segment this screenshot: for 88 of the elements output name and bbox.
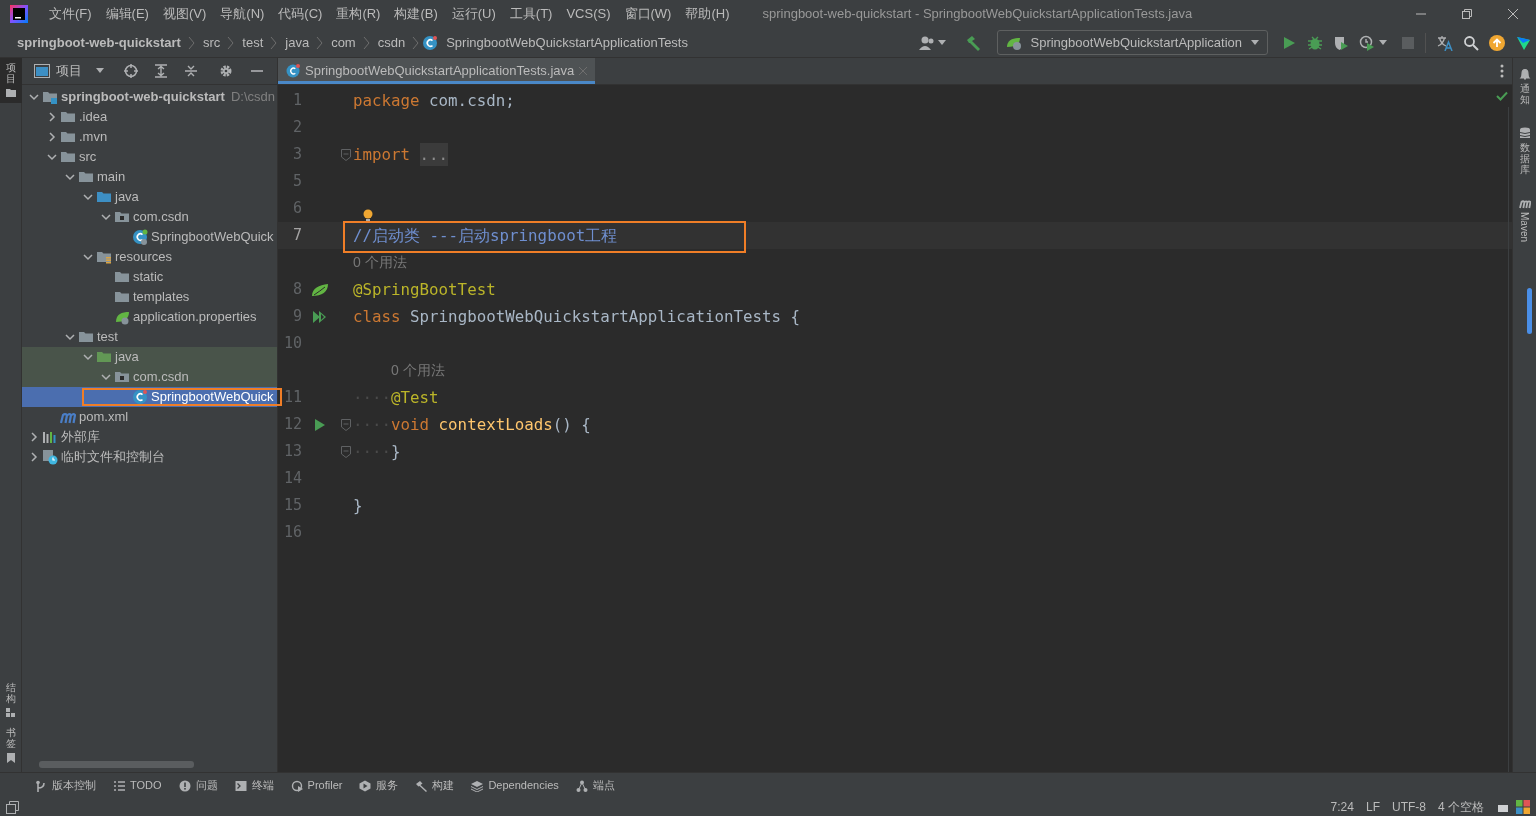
usage-hint[interactable]: 0 个用法 bbox=[353, 252, 407, 273]
menu-item[interactable]: 窗口(W) bbox=[617, 4, 679, 24]
code-line: ····} bbox=[353, 440, 401, 463]
tree-item[interactable]: com.csdn bbox=[22, 207, 277, 227]
tool-window-button[interactable]: 版本控制 bbox=[28, 777, 106, 794]
tree-item[interactable]: application.properties bbox=[22, 307, 277, 327]
line-number: 1 bbox=[291, 90, 302, 112]
menu-item[interactable]: VCS(S) bbox=[559, 4, 618, 24]
tree-item[interactable]: test bbox=[22, 327, 277, 347]
tool-window-button[interactable]: 终端 bbox=[227, 777, 284, 794]
panel-title[interactable]: 项目 bbox=[56, 61, 82, 81]
breadcrumb-item[interactable]: java bbox=[285, 32, 310, 53]
breadcrumb-item[interactable]: test bbox=[242, 32, 264, 53]
tool-window-button[interactable]: 问题 bbox=[171, 777, 228, 794]
menu-item[interactable]: 帮助(H) bbox=[678, 4, 737, 24]
menu-item[interactable]: 文件(F) bbox=[42, 4, 99, 24]
menu-item[interactable]: 导航(N) bbox=[213, 4, 272, 24]
editor-tab[interactable]: SpringbootWebQuickstartApplicationTests.java bbox=[278, 58, 596, 84]
code-line: } bbox=[353, 494, 363, 517]
line-number: 15 bbox=[282, 495, 302, 517]
status-item[interactable]: 4 个空格 bbox=[1432, 798, 1490, 816]
line-number: 16 bbox=[282, 522, 302, 544]
tool-window-button[interactable]: Maven bbox=[1513, 193, 1536, 246]
tool-window-button[interactable]: 通知 bbox=[1513, 64, 1536, 109]
folded-code[interactable]: ... bbox=[419, 142, 449, 167]
tool-window-button[interactable]: 数据库 bbox=[1513, 123, 1536, 179]
line-number: 7 bbox=[291, 225, 302, 247]
tree-item[interactable]: templates bbox=[22, 287, 277, 307]
code-comment: //启动类 ---启动springboot工程 bbox=[353, 224, 618, 247]
menu-item[interactable]: 重构(R) bbox=[329, 4, 388, 24]
tree-item[interactable]: src bbox=[22, 147, 277, 167]
tool-window-button[interactable]: Dependencies bbox=[464, 777, 569, 794]
line-number: 11 bbox=[282, 387, 302, 409]
line-number: 3 bbox=[291, 144, 302, 166]
tool-window-button[interactable]: TODO bbox=[106, 777, 172, 794]
tree-item[interactable]: static bbox=[22, 267, 277, 287]
menu-item[interactable]: 代码(C) bbox=[271, 4, 330, 24]
breadcrumb-item[interactable]: src bbox=[202, 32, 221, 53]
code-line: package com.csdn; bbox=[353, 89, 515, 112]
tree-item[interactable]: main bbox=[22, 167, 277, 187]
tree-item[interactable]: 临时文件和控制台 bbox=[22, 447, 277, 467]
line-number: 14 bbox=[282, 468, 302, 490]
tree-item[interactable]: springboot-web-quickstart D:\csdn bbox=[22, 87, 277, 107]
breadcrumb-item[interactable]: springboot-web-quickstart bbox=[17, 32, 181, 53]
menu-item[interactable]: 构建(B) bbox=[387, 4, 445, 24]
status-item[interactable]: UTF-8 bbox=[1386, 798, 1432, 816]
menu-item[interactable]: 编辑(E) bbox=[98, 4, 156, 24]
status-item[interactable]: 7:24 bbox=[1324, 798, 1360, 816]
tree-item[interactable]: java bbox=[22, 187, 277, 207]
tree-item[interactable]: com.csdn bbox=[22, 367, 277, 387]
tool-window-button[interactable]: 服务 bbox=[352, 777, 409, 794]
code-line: ····@Test bbox=[353, 386, 439, 409]
menu-item[interactable]: 运行(U) bbox=[444, 4, 503, 24]
tool-window-button[interactable]: 书签 bbox=[0, 723, 22, 768]
code-line: @SpringBootTest bbox=[353, 278, 496, 301]
window-title: springboot-web-quickstart - SpringbootWebQuickstartApplicationTests.java bbox=[762, 5, 1194, 24]
tree-item[interactable]: pom.xml bbox=[22, 407, 277, 427]
line-number: 2 bbox=[291, 117, 302, 139]
breadcrumb-item[interactable]: csdn bbox=[377, 32, 406, 53]
breadcrumb-item[interactable]: SpringbootWebQuickstartApplicationTests bbox=[446, 32, 688, 53]
line-number: 5 bbox=[291, 171, 302, 193]
run-configuration-dropdown[interactable]: SpringbootWebQuickstartApplication bbox=[996, 29, 1268, 56]
line-number: 8 bbox=[291, 279, 302, 301]
tool-window-button[interactable]: Profiler bbox=[283, 777, 353, 794]
tree-item[interactable]: 外部库 bbox=[22, 427, 277, 447]
usage-hint[interactable]: 0 个用法 bbox=[391, 360, 445, 381]
tree-item[interactable]: .mvn bbox=[22, 127, 277, 147]
status-item[interactable]: LF bbox=[1359, 798, 1386, 816]
tree-item[interactable]: SpringbootWebQuick bbox=[22, 227, 277, 247]
line-number: 6 bbox=[291, 198, 302, 220]
tool-window-button[interactable]: 构建 bbox=[408, 777, 465, 794]
line-number: 12 bbox=[282, 414, 302, 436]
path-label: D:\csdn bbox=[230, 88, 276, 107]
menu-item[interactable]: 视图(V) bbox=[155, 4, 214, 24]
code-line: ····void contextLoads() { bbox=[353, 413, 591, 436]
tree-item[interactable]: java bbox=[22, 347, 277, 367]
line-number: 9 bbox=[291, 306, 302, 328]
code-line: import bbox=[353, 143, 411, 166]
tool-window-button[interactable]: 项目 bbox=[0, 58, 22, 103]
menu-item[interactable]: 工具(T) bbox=[502, 4, 560, 24]
tree-item[interactable]: .idea bbox=[22, 107, 277, 127]
tool-window-button[interactable]: 端点 bbox=[568, 777, 625, 794]
tree-item[interactable]: resources bbox=[22, 247, 277, 267]
line-number: 10 bbox=[282, 333, 302, 355]
code-line: class SpringbootWebQuickstartApplicationTests { bbox=[353, 305, 800, 328]
tool-window-button[interactable]: 结构 bbox=[0, 678, 22, 723]
line-number: 13 bbox=[282, 441, 302, 463]
breadcrumb-item[interactable]: com bbox=[331, 32, 356, 53]
